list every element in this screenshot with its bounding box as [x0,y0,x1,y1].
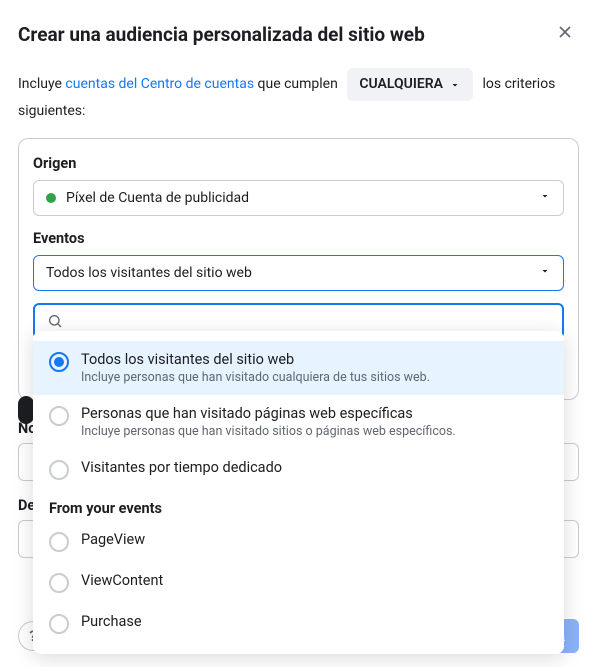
option-title: Purchase [81,613,548,630]
radio-icon [49,614,69,634]
option-title: PageView [81,531,548,548]
events-dropdown: Todos los visitantes del sitio web Inclu… [33,331,564,654]
option-desc: Incluye personas que han visitado sitios… [81,424,548,439]
option-pageview[interactable]: PageView [33,521,564,562]
events-select[interactable]: Todos los visitantes del sitio web [33,255,564,291]
radio-icon [49,460,69,480]
search-icon [47,313,63,329]
intro-mid: que cumplen [254,76,341,92]
option-time-spent[interactable]: Visitantes por tiempo dedicado [33,449,564,490]
origin-label: Origen [33,155,564,172]
dialog-title: Crear una audiencia personalizada del si… [18,23,425,46]
radio-icon [49,352,69,372]
origin-select[interactable]: Píxel de Cuenta de publicidad [33,180,564,216]
events-value: Todos los visitantes del sitio web [46,265,252,281]
option-title: Visitantes por tiempo dedicado [81,459,548,476]
intro-text: Incluye cuentas del Centro de cuentas qu… [18,68,579,122]
include-pill-partial [18,396,34,424]
radio-icon [49,532,69,552]
radio-icon [49,406,69,426]
radio-icon [49,573,69,593]
option-title: Personas que han visitado páginas web es… [81,405,548,422]
from-events-header: From your events [33,490,564,521]
close-button[interactable] [551,18,579,50]
option-all-visitors[interactable]: Todos los visitantes del sitio web Inclu… [33,341,564,395]
close-icon [555,22,575,42]
option-desc: Incluye personas que han visitado cualqu… [81,370,548,385]
intro-prefix: Incluye [18,76,65,92]
accounts-link[interactable]: cuentas del Centro de cuentas [65,76,254,92]
option-title: ViewContent [81,572,548,589]
option-specific-pages[interactable]: Personas que han visitado páginas web es… [33,395,564,449]
search-input[interactable] [71,313,550,329]
origin-value: Píxel de Cuenta de publicidad [66,190,249,206]
condition-chip-label: CUALQUIERA [359,74,443,95]
caret-down-icon [539,265,551,281]
caret-down-icon [449,79,461,91]
option-viewcontent[interactable]: ViewContent [33,562,564,603]
option-title: Todos los visitantes del sitio web [81,351,548,368]
condition-chip[interactable]: CUALQUIERA [347,68,473,101]
criteria-card: Origen Píxel de Cuenta de publicidad Eve… [18,138,579,400]
option-purchase[interactable]: Purchase [33,603,564,644]
status-dot-icon [46,193,56,203]
events-label: Eventos [33,230,564,247]
caret-down-icon [539,190,551,206]
